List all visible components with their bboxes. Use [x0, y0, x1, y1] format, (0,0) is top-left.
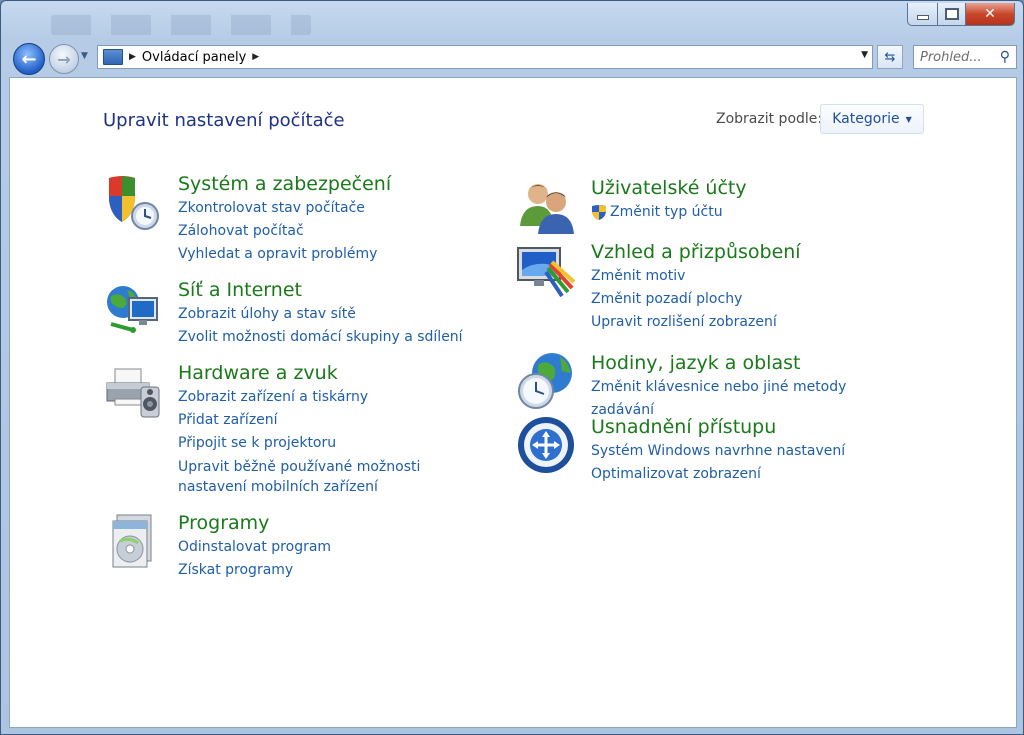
task-link-uac[interactable]: Změnit typ účtu: [591, 201, 901, 224]
category-title-link[interactable]: Hodiny, jazyk a oblast: [591, 351, 901, 375]
view-by-dropdown[interactable]: Kategorie ▼: [820, 104, 924, 134]
task-link[interactable]: Systém Windows navrhne nastavení: [591, 440, 901, 463]
forward-button[interactable]: →: [49, 44, 79, 74]
search-input[interactable]: Prohled...: [920, 50, 982, 65]
minimize-button[interactable]: [907, 3, 938, 26]
navigation-bar: ← → ▼ ▶ Ovládací panely ▶ ▼ ⇆ Prohled...…: [9, 41, 1017, 75]
task-link[interactable]: Zobrazit zařízení a tiskárny: [178, 386, 488, 409]
security-shield-clock-icon: [109, 176, 159, 230]
caption-buttons: ✕: [907, 3, 1015, 26]
task-link[interactable]: Přidat zařízení: [178, 409, 488, 432]
task-link[interactable]: Vyhledat a opravit problémy: [178, 243, 488, 266]
category-title-link[interactable]: Programy: [178, 511, 488, 535]
task-link[interactable]: Změnit motiv: [591, 265, 901, 288]
maximize-button[interactable]: [938, 3, 966, 26]
refresh-button[interactable]: ⇆: [877, 45, 903, 69]
category-title-link[interactable]: Usnadnění přístupu: [591, 415, 901, 439]
task-link[interactable]: Získat programy: [178, 559, 488, 582]
close-button[interactable]: ✕: [966, 3, 1015, 26]
address-bar[interactable]: ▶ Ovládací panely ▶ ▼: [97, 45, 873, 69]
task-link[interactable]: Zálohovat počítač: [178, 220, 488, 243]
category-title-link[interactable]: Uživatelské účty: [591, 176, 901, 200]
category-title-link[interactable]: Vzhled a přizpůsobení: [591, 240, 901, 264]
task-link[interactable]: Zobrazit úlohy a stav sítě: [178, 303, 488, 326]
view-by-value: Kategorie: [832, 111, 900, 127]
category-body: Programy Odinstalovat program Získat pro…: [178, 511, 488, 582]
close-icon: ✕: [984, 6, 996, 22]
task-link[interactable]: Zkontrolovat stav počítače: [178, 197, 488, 220]
network-globe-icon: [107, 286, 158, 333]
recent-pages-dropdown[interactable]: ▼: [81, 51, 88, 61]
category-body: Systém a zabezpečení Zkontrolovat stav p…: [178, 172, 488, 266]
control-panel-icon: [103, 49, 123, 65]
monitor-palette-icon: [517, 247, 576, 298]
back-button[interactable]: ←: [13, 43, 45, 75]
task-link[interactable]: Upravit rozlišení zobrazení: [591, 311, 901, 334]
page-title: Upravit nastavení počítače: [103, 110, 345, 131]
category-title-link[interactable]: Síť a Internet: [178, 278, 488, 302]
category-body: Hodiny, jazyk a oblast Změnit klávesnice…: [591, 351, 901, 422]
printer-speaker-icon: [106, 368, 160, 418]
task-link[interactable]: Připojit se k projektoru: [178, 432, 488, 455]
view-by-label: Zobrazit podle:: [716, 111, 823, 127]
control-panel-window: ✕ ← → ▼ ▶ Ovládací panely ▶ ▼ ⇆ Prohled.…: [0, 0, 1024, 735]
task-link[interactable]: Upravit běžně používané možnosti nastave…: [178, 457, 488, 497]
task-link[interactable]: Odinstalovat program: [178, 536, 488, 559]
category-body: Usnadnění přístupu Systém Windows navrhn…: [591, 415, 901, 486]
category-body: Hardware a zvuk Zobrazit zařízení a tisk…: [178, 361, 488, 497]
category-body: Uživatelské účty Změnit typ účtu: [591, 176, 901, 224]
chevron-down-icon: ▼: [905, 114, 912, 124]
maximize-icon: [944, 8, 959, 20]
ease-of-access-icon: [518, 417, 574, 473]
content-pane: Upravit nastavení počítače Zobrazit podl…: [9, 77, 1017, 728]
programs-disc-icon: [112, 514, 152, 568]
breadcrumb-separator[interactable]: ▶: [252, 52, 259, 62]
forward-arrow-icon: →: [57, 49, 71, 69]
task-link[interactable]: Změnit pozadí plochy: [591, 288, 901, 311]
task-link[interactable]: Optimalizovat zobrazení: [591, 463, 901, 486]
refresh-icon: ⇆: [884, 49, 896, 65]
uac-shield-icon: [592, 205, 606, 220]
category-title-link[interactable]: Hardware a zvuk: [178, 361, 488, 385]
minimize-icon: [916, 14, 929, 20]
task-link[interactable]: Zvolit možnosti domácí skupiny a sdílení: [178, 326, 488, 349]
category-title-link[interactable]: Systém a zabezpečení: [178, 172, 488, 196]
title-bar-ghost: [51, 15, 311, 35]
task-link-label: Změnit typ účtu: [610, 204, 723, 220]
back-arrow-icon: ←: [21, 48, 37, 70]
search-box[interactable]: Prohled... ⚲: [913, 45, 1017, 69]
search-icon: ⚲: [999, 49, 1010, 65]
users-icon: [520, 184, 574, 234]
category-body: Síť a Internet Zobrazit úlohy a stav sít…: [178, 278, 488, 349]
globe-clock-icon: [518, 353, 572, 409]
breadcrumb-control-panel[interactable]: Ovládací panely: [142, 50, 246, 65]
breadcrumb-separator[interactable]: ▶: [129, 52, 136, 62]
address-history-dropdown[interactable]: ▼: [861, 50, 868, 60]
category-body: Vzhled a přizpůsobení Změnit motiv Změni…: [591, 240, 901, 334]
